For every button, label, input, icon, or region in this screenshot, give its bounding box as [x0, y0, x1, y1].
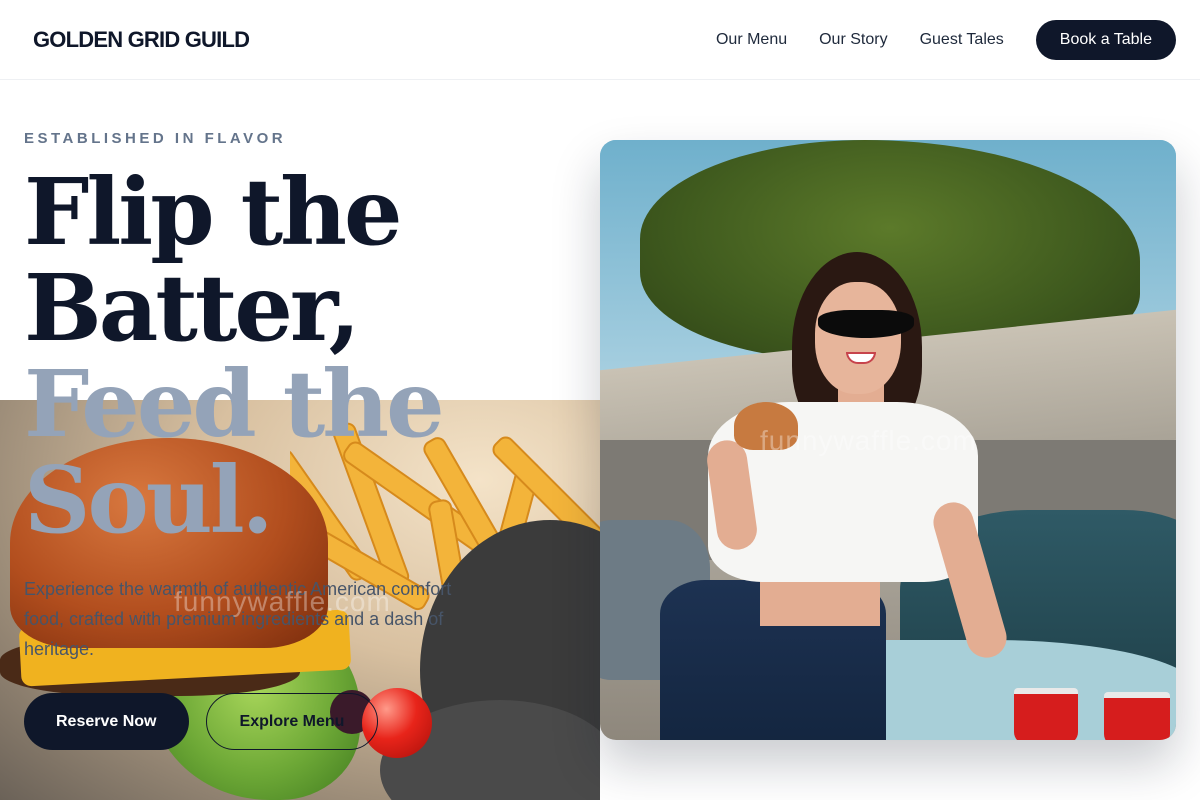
- face: [815, 282, 901, 394]
- watermark: funnywaffle.com: [760, 425, 977, 456]
- nav-our-story[interactable]: Our Story: [819, 31, 887, 49]
- main-nav: Our Menu Our Story Guest Tales Book a Ta…: [716, 20, 1176, 60]
- hero-eyebrow: ESTABLISHED IN FLAVOR: [24, 130, 287, 147]
- red-cup: [1104, 692, 1170, 740]
- explore-menu-button[interactable]: Explore Menu: [206, 693, 378, 750]
- reserve-now-button[interactable]: Reserve Now: [24, 693, 189, 750]
- headline-line-2: Batter,: [24, 254, 361, 362]
- headline-line-4: Soul.: [24, 446, 274, 554]
- red-cup: [1014, 688, 1078, 740]
- brand-logo[interactable]: GOLDEN GRID GUILD: [33, 27, 250, 53]
- nav-our-menu[interactable]: Our Menu: [716, 31, 787, 49]
- nav-guest-tales[interactable]: Guest Tales: [920, 31, 1004, 49]
- headline-line-1: Flip the: [24, 158, 403, 266]
- hero-section: ESTABLISHED IN FLAVOR Flip the Batter, F…: [24, 0, 584, 800]
- sunglasses-icon: [818, 310, 914, 338]
- headline-line-3: Feed the: [24, 350, 445, 458]
- book-table-button[interactable]: Book a Table: [1035, 20, 1176, 60]
- woman-eating-burger-photo: funnywaffle.com: [600, 140, 1176, 740]
- hero-headline: Flip the Batter, Feed the Soul.: [24, 164, 584, 548]
- watermark-left: funnywaffle.com: [174, 586, 391, 617]
- site-header: GOLDEN GRID GUILD Our Menu Our Story Gue…: [0, 0, 1200, 80]
